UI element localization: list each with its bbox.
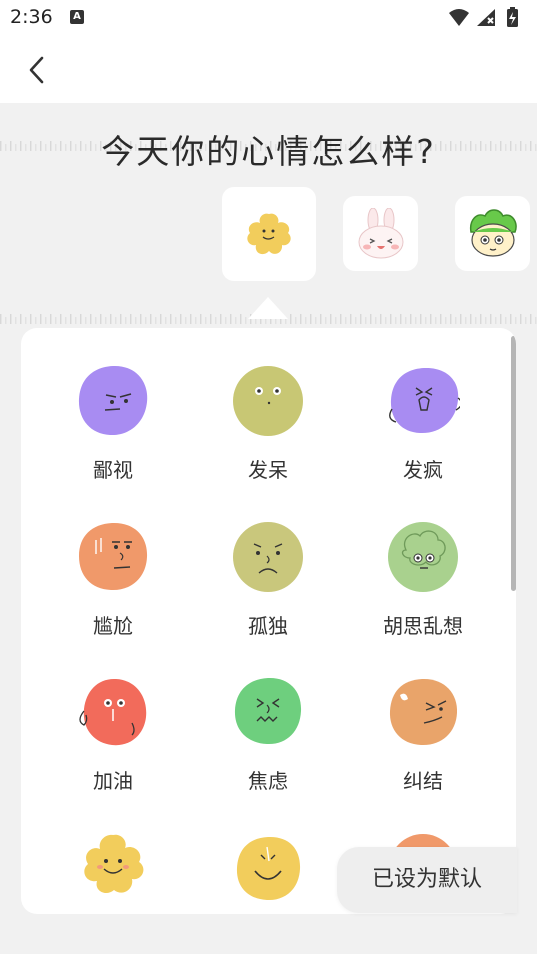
mood-item-awkward[interactable]: 尴尬	[33, 520, 193, 660]
back-button[interactable]	[20, 52, 56, 88]
mood-item-smile[interactable]	[188, 831, 348, 914]
smile-face-icon	[236, 836, 301, 901]
cheer-up-face-icon	[79, 678, 147, 746]
status-bar: 2:36 A	[0, 0, 537, 36]
style-card-bunny[interactable]	[343, 196, 418, 271]
crazy-face-icon	[389, 367, 460, 434]
mood-label: 发疯	[403, 458, 443, 482]
status-icons	[449, 7, 518, 27]
mood-item-happy[interactable]	[33, 831, 193, 914]
flower-face-icon	[247, 213, 291, 255]
style-card-green-character[interactable]	[455, 196, 530, 271]
bunny-face-icon	[358, 208, 404, 259]
lonely-face-icon	[233, 522, 303, 592]
mood-label: 胡思乱想	[383, 614, 463, 638]
mood-item-cheer-up[interactable]: 加油	[33, 675, 193, 815]
mood-item-overthinking[interactable]: 胡思乱想	[343, 520, 503, 660]
mood-item-anxious[interactable]: 焦虑	[188, 675, 348, 815]
mood-label: 鄙视	[93, 458, 133, 482]
conflicted-face-icon	[389, 678, 458, 746]
style-card-flower[interactable]	[222, 187, 316, 281]
set-default-button[interactable]: 已设为默认	[337, 847, 517, 913]
mood-label: 焦虑	[248, 769, 288, 793]
scrollbar[interactable]	[511, 336, 516, 591]
mood-panel: 鄙视 发呆 发疯 尴尬 孤独 胡思乱想 加油 焦虑 纠结	[21, 328, 516, 914]
a-notification-icon: A	[70, 10, 84, 24]
wifi-icon	[449, 9, 469, 26]
daze-face-icon	[233, 366, 303, 436]
status-time: 2:36	[10, 6, 53, 28]
selection-pointer	[248, 297, 288, 319]
awkward-face-icon	[79, 522, 148, 591]
app-bar	[0, 36, 537, 103]
signal-icon	[477, 9, 495, 26]
mood-item-conflicted[interactable]: 纠结	[343, 675, 503, 815]
mood-label: 加油	[93, 769, 133, 793]
green-character-icon	[469, 209, 517, 257]
mood-item-crazy[interactable]: 发疯	[343, 364, 503, 504]
mood-item-lonely[interactable]: 孤独	[188, 520, 348, 660]
mood-item-contempt[interactable]: 鄙视	[33, 364, 193, 504]
chevron-left-icon	[29, 56, 44, 84]
overthinking-face-icon	[388, 522, 458, 592]
battery-charging-icon	[507, 7, 518, 27]
mood-question: 今天你的心情怎么样?	[101, 132, 436, 171]
mood-label: 孤独	[248, 614, 288, 638]
contempt-face-icon	[78, 365, 148, 436]
mood-label: 发呆	[248, 458, 288, 482]
mood-label: 尴尬	[93, 614, 133, 638]
anxious-face-icon	[234, 677, 302, 745]
mood-picker: 今天你的心情怎么样? 鄙视 发呆 发疯 尴尬 孤独 胡思乱想 加油 焦虑 纠结 …	[0, 103, 537, 954]
happy-flower-face-icon	[84, 834, 144, 894]
mood-item-daze[interactable]: 发呆	[188, 364, 348, 504]
mood-label: 纠结	[403, 769, 443, 793]
